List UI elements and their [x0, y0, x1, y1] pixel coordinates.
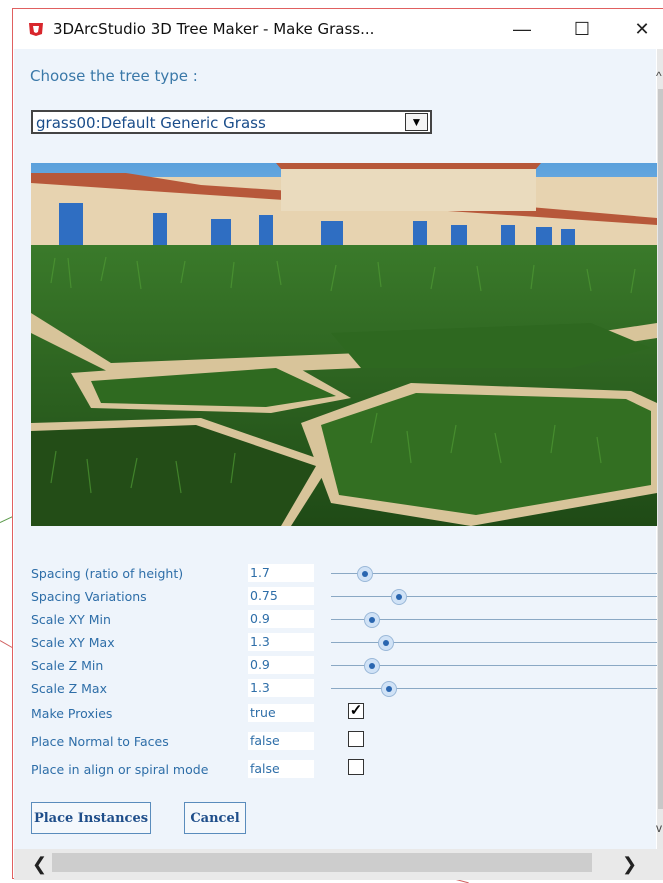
scroll-up-icon[interactable]: ^	[656, 69, 662, 83]
vertical-scroll-thumb[interactable]	[658, 89, 663, 809]
horizontal-scrollbar[interactable]: ❮ ❯	[14, 849, 663, 880]
scroll-right-icon[interactable]: ❯	[622, 854, 637, 875]
param-slider-track[interactable]	[331, 573, 663, 574]
tree-maker-dialog: 3DArcStudio 3D Tree Maker - Make Grass..…	[12, 8, 663, 880]
vertical-scrollbar[interactable]: ^ v	[656, 49, 663, 849]
param-label: Make Proxies	[31, 706, 113, 721]
horizontal-scroll-thumb[interactable]	[52, 853, 592, 872]
param-value-field[interactable]: 0.9	[248, 656, 314, 674]
param-slider-thumb[interactable]	[377, 635, 394, 651]
maximize-button[interactable]: ☐	[559, 9, 605, 49]
param-value-field[interactable]: 1.7	[248, 564, 314, 582]
tree-type-label: Choose the tree type :	[30, 67, 198, 85]
param-slider-thumb[interactable]	[381, 681, 398, 697]
param-value-field[interactable]: false	[248, 760, 314, 778]
param-slider-thumb[interactable]	[364, 658, 381, 674]
param-slider-track[interactable]	[331, 596, 663, 597]
param-label: Spacing Variations	[31, 589, 147, 604]
window-title: 3DArcStudio 3D Tree Maker - Make Grass..…	[53, 20, 375, 38]
param-checkbox[interactable]	[348, 759, 364, 775]
param-slider-track[interactable]	[331, 619, 663, 620]
param-label: Place Normal to Faces	[31, 734, 169, 749]
param-slider-thumb[interactable]	[364, 612, 381, 628]
dialog-content: Choose the tree type : grass00:Default G…	[14, 49, 663, 849]
minimize-button[interactable]: —	[499, 9, 545, 49]
axis-line-red	[0, 640, 13, 648]
cancel-button[interactable]: Cancel	[184, 802, 246, 834]
param-value-field[interactable]: false	[248, 732, 314, 750]
place-instances-button[interactable]: Place Instances	[31, 802, 151, 834]
tree-type-select[interactable]: grass00:Default Generic Grass ▼	[31, 110, 432, 134]
param-value-field[interactable]: 0.9	[248, 610, 314, 628]
param-label: Scale XY Max	[31, 635, 115, 650]
param-label: Place in align or spiral mode	[31, 762, 209, 777]
param-checkbox[interactable]	[348, 731, 364, 747]
param-slider-thumb[interactable]	[357, 566, 374, 582]
scroll-down-icon[interactable]: v	[656, 821, 662, 835]
grass-preview-image	[31, 163, 657, 526]
param-value-field[interactable]: true	[248, 704, 314, 722]
scroll-left-icon[interactable]: ❮	[32, 854, 47, 875]
tree-type-selected: grass00:Default Generic Grass	[36, 114, 266, 132]
param-value-field[interactable]: 1.3	[248, 679, 314, 697]
param-value-field[interactable]: 1.3	[248, 633, 314, 651]
dropdown-arrow-icon[interactable]: ▼	[405, 113, 428, 131]
title-bar: 3DArcStudio 3D Tree Maker - Make Grass..…	[13, 9, 663, 49]
param-value-field[interactable]: 0.75	[248, 587, 314, 605]
param-label: Scale XY Min	[31, 612, 111, 627]
param-slider-track[interactable]	[331, 665, 663, 666]
param-label: Scale Z Min	[31, 658, 104, 673]
param-slider-thumb[interactable]	[391, 589, 408, 605]
sketchup-app-icon	[29, 23, 43, 36]
close-button[interactable]: ✕	[619, 9, 663, 49]
param-label: Spacing (ratio of height)	[31, 566, 184, 581]
param-label: Scale Z Max	[31, 681, 107, 696]
param-checkbox[interactable]: ✓	[348, 703, 364, 719]
axis-line-green	[0, 516, 13, 523]
